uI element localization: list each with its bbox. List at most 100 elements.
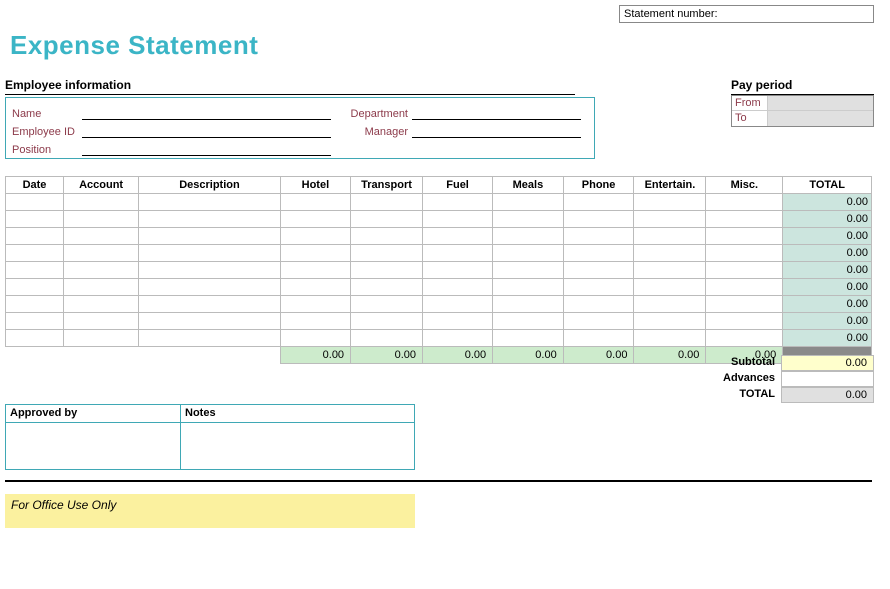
cell[interactable]: [6, 194, 64, 211]
cell[interactable]: [139, 228, 281, 245]
manager-input[interactable]: [412, 124, 581, 138]
cell[interactable]: [423, 279, 493, 296]
cell[interactable]: [634, 330, 706, 347]
cell[interactable]: [6, 279, 64, 296]
cell[interactable]: [139, 194, 281, 211]
cell[interactable]: [6, 313, 64, 330]
cell[interactable]: [563, 262, 634, 279]
cell[interactable]: [493, 245, 564, 262]
cell[interactable]: [63, 211, 138, 228]
cell[interactable]: [634, 245, 706, 262]
cell[interactable]: [63, 228, 138, 245]
cell[interactable]: [634, 262, 706, 279]
cell[interactable]: [351, 313, 423, 330]
cell[interactable]: [351, 245, 423, 262]
cell[interactable]: [63, 330, 138, 347]
notes-input[interactable]: [181, 423, 414, 469]
cell[interactable]: [139, 330, 281, 347]
cell[interactable]: [706, 262, 783, 279]
approved-by-input[interactable]: [6, 423, 180, 469]
cell[interactable]: [706, 211, 783, 228]
cell[interactable]: [493, 296, 564, 313]
cell[interactable]: [6, 262, 64, 279]
cell[interactable]: [634, 211, 706, 228]
employee-id-input[interactable]: [82, 124, 331, 138]
cell[interactable]: [63, 245, 138, 262]
cell[interactable]: [706, 330, 783, 347]
cell[interactable]: [563, 330, 634, 347]
cell[interactable]: [280, 211, 350, 228]
position-input[interactable]: [82, 142, 331, 156]
cell[interactable]: [493, 194, 564, 211]
cell[interactable]: [63, 262, 138, 279]
cell[interactable]: [634, 313, 706, 330]
pay-to-input[interactable]: [767, 111, 873, 126]
cell[interactable]: [280, 194, 350, 211]
cell[interactable]: [493, 330, 564, 347]
cell[interactable]: [634, 194, 706, 211]
cell[interactable]: [139, 262, 281, 279]
cell[interactable]: [423, 211, 493, 228]
cell[interactable]: [139, 245, 281, 262]
pay-from-input[interactable]: [767, 96, 873, 110]
cell[interactable]: [423, 245, 493, 262]
cell[interactable]: [634, 296, 706, 313]
cell[interactable]: [563, 228, 634, 245]
cell[interactable]: [423, 194, 493, 211]
name-input[interactable]: [82, 106, 331, 120]
cell[interactable]: [280, 313, 350, 330]
cell[interactable]: [63, 279, 138, 296]
cell[interactable]: [351, 279, 423, 296]
cell[interactable]: [63, 313, 138, 330]
cell[interactable]: [706, 245, 783, 262]
cell[interactable]: [351, 296, 423, 313]
cell[interactable]: [63, 296, 138, 313]
cell[interactable]: [493, 262, 564, 279]
cell[interactable]: [351, 262, 423, 279]
cell[interactable]: [563, 313, 634, 330]
cell[interactable]: [6, 211, 64, 228]
cell[interactable]: [634, 228, 706, 245]
cell[interactable]: [706, 228, 783, 245]
cell[interactable]: [493, 211, 564, 228]
cell[interactable]: [423, 262, 493, 279]
cell[interactable]: [280, 279, 350, 296]
cell[interactable]: [706, 194, 783, 211]
cell[interactable]: [634, 279, 706, 296]
cell[interactable]: [351, 330, 423, 347]
cell[interactable]: [280, 296, 350, 313]
cell[interactable]: [139, 211, 281, 228]
cell[interactable]: [563, 245, 634, 262]
cell[interactable]: [493, 313, 564, 330]
cell[interactable]: [706, 279, 783, 296]
cell[interactable]: [280, 262, 350, 279]
cell[interactable]: [563, 211, 634, 228]
cell[interactable]: [63, 194, 138, 211]
cell[interactable]: [351, 194, 423, 211]
cell[interactable]: [280, 245, 350, 262]
cell[interactable]: [493, 279, 564, 296]
cell[interactable]: [280, 330, 350, 347]
cell[interactable]: [563, 194, 634, 211]
cell[interactable]: [280, 228, 350, 245]
cell[interactable]: [706, 313, 783, 330]
cell[interactable]: [423, 313, 493, 330]
cell[interactable]: [6, 330, 64, 347]
cell[interactable]: [139, 296, 281, 313]
cell[interactable]: [563, 279, 634, 296]
cell[interactable]: [493, 228, 564, 245]
advances-value[interactable]: [781, 371, 874, 387]
cell[interactable]: [423, 228, 493, 245]
cell[interactable]: [706, 296, 783, 313]
cell[interactable]: [351, 211, 423, 228]
cell[interactable]: [423, 296, 493, 313]
cell[interactable]: [6, 228, 64, 245]
cell[interactable]: [563, 296, 634, 313]
department-input[interactable]: [412, 106, 581, 120]
cell[interactable]: [351, 228, 423, 245]
cell[interactable]: [6, 245, 64, 262]
cell[interactable]: [423, 330, 493, 347]
cell[interactable]: [139, 279, 281, 296]
cell[interactable]: [139, 313, 281, 330]
cell[interactable]: [6, 296, 64, 313]
